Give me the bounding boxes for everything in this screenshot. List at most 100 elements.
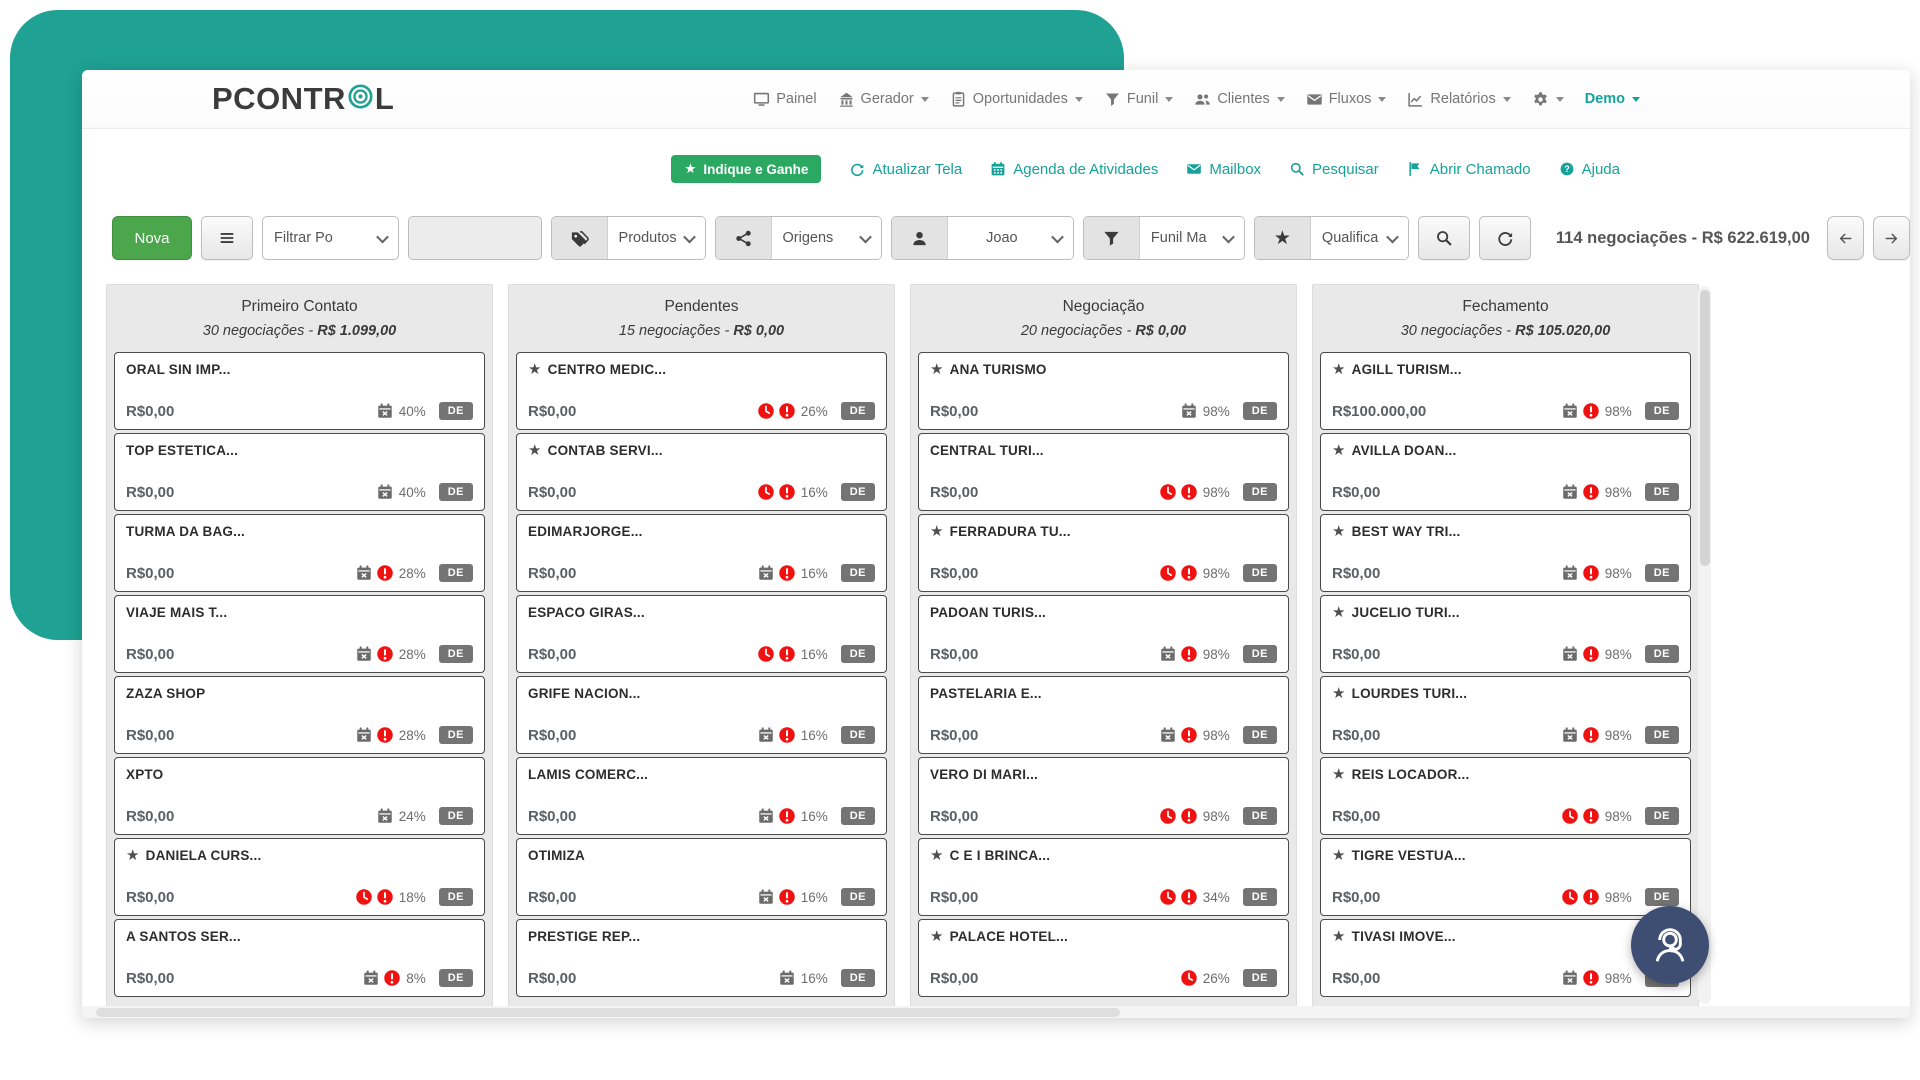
refresh-button[interactable] bbox=[1479, 216, 1531, 260]
deal-probability: 28% bbox=[399, 647, 426, 662]
deal-card[interactable]: TOP ESTETICA...R$0,0040%DE bbox=[114, 433, 485, 511]
quicklink-pesquisar[interactable]: Pesquisar bbox=[1289, 161, 1379, 178]
deal-card[interactable]: PADOAN TURIS...R$0,0098%DE bbox=[918, 595, 1289, 673]
column-title: Fechamento bbox=[1319, 298, 1692, 316]
deal-card[interactable]: ★C E I BRINCA...R$0,0034%DE bbox=[918, 838, 1289, 916]
user-select[interactable]: Joao bbox=[948, 217, 1073, 259]
quicklink-abrir-chamado[interactable]: Abrir Chamado bbox=[1407, 161, 1531, 178]
quicklink-atualizar-tela[interactable]: Atualizar Tela bbox=[849, 161, 962, 178]
deal-value: R$0,00 bbox=[528, 484, 576, 501]
cards-list: ORAL SIN IMP...R$0,0040%DETOP ESTETICA..… bbox=[107, 350, 492, 999]
deal-badge: DE bbox=[439, 888, 473, 906]
scrollbar-thumb[interactable] bbox=[1700, 290, 1710, 566]
deal-card[interactable]: VERO DI MARI...R$0,0098%DE bbox=[918, 757, 1289, 835]
deal-card[interactable]: VIAJE MAIS T...R$0,0028%DE bbox=[114, 595, 485, 673]
deal-card[interactable]: A SANTOS SER...R$0,008%DE bbox=[114, 919, 485, 997]
deal-badge: DE bbox=[841, 564, 875, 582]
deal-value: R$0,00 bbox=[1332, 565, 1380, 582]
deal-card[interactable]: ★LOURDES TURI...R$0,0098%DE bbox=[1320, 676, 1691, 754]
qualification-select[interactable]: Qualifica bbox=[1311, 217, 1408, 259]
deal-card[interactable]: ★JUCELIO TURI...R$0,0098%DE bbox=[1320, 595, 1691, 673]
deal-card[interactable]: ★AGILL TURISM...R$100.000,0098%DE bbox=[1320, 352, 1691, 430]
deal-title: GRIFE NACION... bbox=[528, 686, 641, 701]
chevron-down-icon bbox=[683, 230, 696, 243]
nav-item-demo[interactable]: Demo bbox=[1585, 91, 1640, 107]
next-page-button[interactable] bbox=[1873, 216, 1910, 260]
deal-card[interactable]: ★TIGRE VESTUA...R$0,0098%DE bbox=[1320, 838, 1691, 916]
products-select[interactable]: Produtos bbox=[608, 217, 705, 259]
caret-down-icon bbox=[1378, 97, 1386, 102]
refer-button-indique-e-ganhe[interactable]: ★Indique e Ganhe bbox=[671, 155, 821, 183]
quicklink-label: Pesquisar bbox=[1312, 161, 1379, 178]
deal-card[interactable]: OTIMIZAR$0,0016%DE bbox=[516, 838, 887, 916]
nav-item-fluxos[interactable]: Fluxos bbox=[1306, 91, 1387, 108]
deal-value: R$0,00 bbox=[1332, 484, 1380, 501]
exclamation-alert-icon bbox=[778, 807, 796, 825]
nav-item-gerador[interactable]: Gerador bbox=[838, 91, 929, 108]
nav-item-funil[interactable]: Funil bbox=[1104, 91, 1173, 108]
deal-card[interactable]: ★AVILLA DOAN...R$0,0098%DE bbox=[1320, 433, 1691, 511]
pcontrol-logo[interactable]: PCONTRL bbox=[212, 81, 394, 118]
deal-card[interactable]: ★BEST WAY TRI...R$0,0098%DE bbox=[1320, 514, 1691, 592]
deal-card[interactable]: ★PALACE HOTEL...R$0,0026%DE bbox=[918, 919, 1289, 997]
exclamation-alert-icon bbox=[1180, 645, 1198, 663]
exclamation-alert-icon bbox=[778, 483, 796, 501]
nav-item-gear[interactable] bbox=[1532, 91, 1564, 108]
origins-select[interactable]: Origens bbox=[772, 217, 881, 259]
deal-card[interactable]: PRESTIGE REP...R$0,0016%DE bbox=[516, 919, 887, 997]
new-deal-button[interactable]: Nova bbox=[112, 216, 192, 260]
scrollbar-thumb[interactable] bbox=[96, 1008, 1120, 1017]
logo-target-icon bbox=[346, 81, 375, 118]
deal-card[interactable]: ZAZA SHOPR$0,0028%DE bbox=[114, 676, 485, 754]
quicklink-agenda-de-atividades[interactable]: Agenda de Atividades bbox=[990, 161, 1158, 178]
nav-item-painel[interactable]: Painel bbox=[753, 91, 816, 108]
prev-page-button[interactable] bbox=[1827, 216, 1864, 260]
deal-probability: 28% bbox=[399, 728, 426, 743]
calendar-overdue-icon bbox=[355, 645, 373, 663]
deal-card[interactable]: GRIFE NACION...R$0,0016%DE bbox=[516, 676, 887, 754]
deal-card[interactable]: ★ANA TURISMOR$0,0098%DE bbox=[918, 352, 1289, 430]
board-vertical-scrollbar[interactable] bbox=[1698, 286, 1711, 1004]
deal-value: R$0,00 bbox=[930, 727, 978, 744]
funnel-select[interactable]: Funil Ma bbox=[1140, 217, 1244, 259]
column-header: Negociação20 negociações - R$ 0,00 bbox=[911, 285, 1296, 350]
nav-item-relatorios[interactable]: Relatórios bbox=[1407, 91, 1510, 108]
deal-card[interactable]: CENTRAL TURI...R$0,0098%DE bbox=[918, 433, 1289, 511]
filter-search-input[interactable] bbox=[408, 216, 542, 260]
column-title: Pendentes bbox=[515, 298, 888, 316]
quicklink-mailbox[interactable]: Mailbox bbox=[1186, 161, 1261, 178]
exclamation-alert-icon bbox=[1180, 726, 1198, 744]
support-fab-button[interactable] bbox=[1631, 906, 1709, 984]
deal-card[interactable]: ORAL SIN IMP...R$0,0040%DE bbox=[114, 352, 485, 430]
star-icon: ★ bbox=[1332, 443, 1346, 458]
calendar-overdue-icon bbox=[1561, 483, 1579, 501]
deal-card[interactable]: TURMA DA BAG...R$0,0028%DE bbox=[114, 514, 485, 592]
calendar-overdue-icon bbox=[1561, 564, 1579, 582]
search-icon bbox=[1435, 229, 1453, 247]
deal-card[interactable]: ★DANIELA CURS...R$0,0018%DE bbox=[114, 838, 485, 916]
share-icon bbox=[716, 217, 772, 259]
deal-card[interactable]: ★FERRADURA TU...R$0,0098%DE bbox=[918, 514, 1289, 592]
deal-title: LOURDES TURI... bbox=[1352, 686, 1468, 701]
deal-title: ORAL SIN IMP... bbox=[126, 362, 231, 377]
menu-button[interactable] bbox=[201, 216, 253, 260]
deal-card[interactable]: ★CONTAB SERVI...R$0,0016%DE bbox=[516, 433, 887, 511]
deal-card[interactable]: ESPACO GIRAS...R$0,0016%DE bbox=[516, 595, 887, 673]
deal-card[interactable]: ★CENTRO MEDIC...R$0,0026%DE bbox=[516, 352, 887, 430]
deal-badge: DE bbox=[841, 807, 875, 825]
deal-card[interactable]: ★REIS LOCADOR...R$0,0098%DE bbox=[1320, 757, 1691, 835]
nav-item-oportunidades[interactable]: Oportunidades bbox=[950, 91, 1083, 108]
deal-title: AGILL TURISM... bbox=[1352, 362, 1462, 377]
board-horizontal-scrollbar[interactable] bbox=[82, 1006, 1910, 1018]
deal-card[interactable]: EDIMARJORGE...R$0,0016%DE bbox=[516, 514, 887, 592]
quicklink-ajuda[interactable]: ?Ajuda bbox=[1559, 161, 1620, 178]
search-button[interactable] bbox=[1418, 216, 1470, 260]
deal-card[interactable]: XPTOR$0,0024%DE bbox=[114, 757, 485, 835]
filter-by-select[interactable]: Filtrar Po bbox=[262, 216, 399, 260]
nav-item-clientes[interactable]: Clientes bbox=[1194, 91, 1284, 108]
exclamation-alert-icon bbox=[1582, 402, 1600, 420]
deal-card[interactable]: LAMIS COMERC...R$0,0016%DE bbox=[516, 757, 887, 835]
deal-value: R$0,00 bbox=[1332, 889, 1380, 906]
exclamation-alert-icon bbox=[1180, 564, 1198, 582]
deal-card[interactable]: PASTELARIA E...R$0,0098%DE bbox=[918, 676, 1289, 754]
